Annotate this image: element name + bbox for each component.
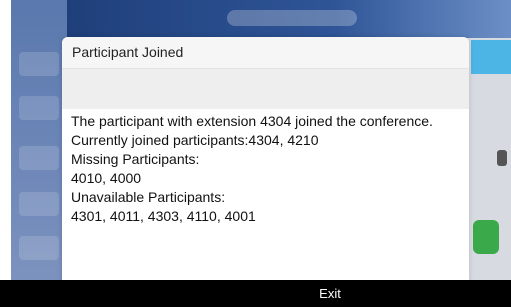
dialog-title: Participant Joined — [72, 44, 184, 60]
dialog-header: Participant Joined — [62, 37, 469, 69]
missing-participants-heading: Missing Participants: — [71, 151, 200, 167]
background-indicator — [497, 150, 507, 166]
exit-button[interactable]: Exit — [300, 280, 360, 307]
touch-panel-screen: Participant Joined The participant with … — [0, 0, 511, 307]
background-accent — [471, 40, 511, 74]
dialog-message: The participant with extension 4304 join… — [71, 112, 466, 226]
dialog-separator-band — [62, 69, 469, 109]
bottom-action-bar: Exit — [0, 280, 511, 307]
background-sidebar-item — [19, 146, 59, 170]
unavailable-participants-heading: Unavailable Participants: — [71, 189, 226, 205]
background-sidebar-item — [19, 236, 59, 260]
background-green-button — [473, 220, 499, 254]
current-participants-line: Currently joined participants:4304, 4210 — [71, 132, 319, 148]
background-sidebar — [11, 0, 67, 280]
background-sidebar-item — [19, 192, 59, 216]
background-topbar — [67, 0, 511, 38]
background-topbar-pill — [227, 10, 357, 26]
participant-joined-dialog: Participant Joined The participant with … — [62, 37, 469, 282]
missing-participants-list: 4010, 4000 — [71, 170, 142, 186]
background-sidebar-item — [19, 52, 59, 76]
background-sidebar-item — [19, 96, 59, 120]
joined-participant-message: The participant with extension 4304 join… — [71, 113, 433, 129]
unavailable-participants-list: 4301, 4011, 4303, 4110, 4001 — [71, 208, 256, 224]
